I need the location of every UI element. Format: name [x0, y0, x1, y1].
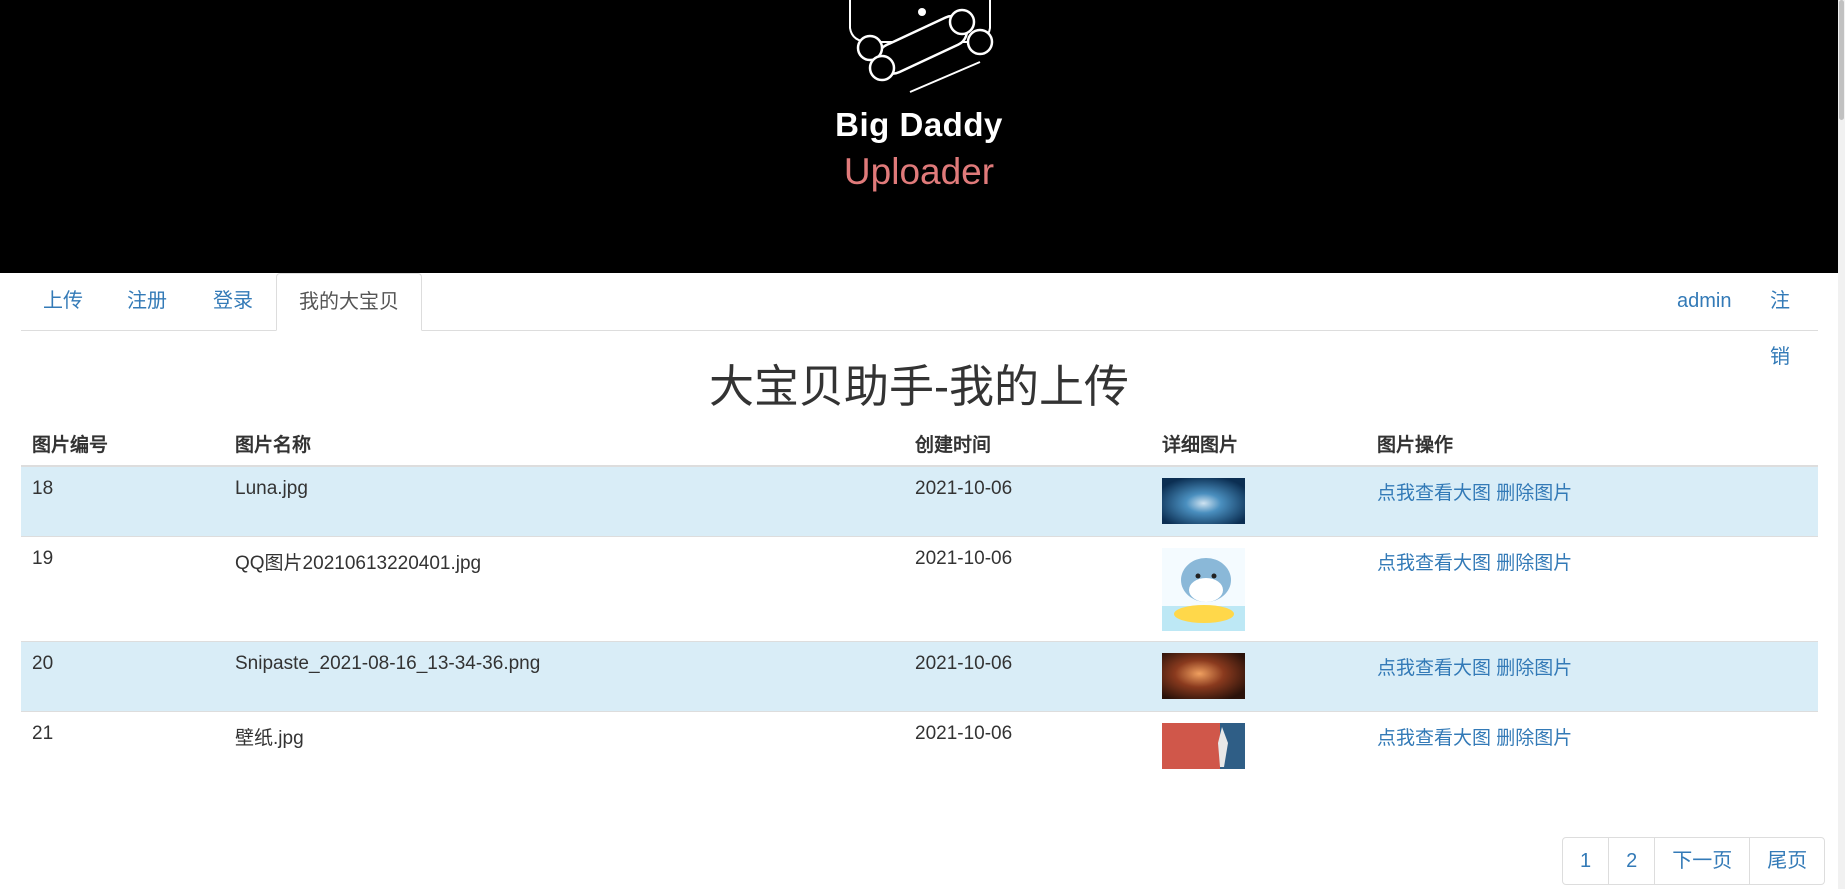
cell-id: 20 [21, 640, 224, 711]
brand-subtitle: Uploader [843, 151, 995, 192]
cell-actions: 点我查看大图 删除图片 [1366, 465, 1818, 536]
cell-created: 2021-10-06 [904, 640, 1151, 711]
cell-actions: 点我查看大图 删除图片 [1366, 535, 1818, 641]
cell-created: 2021-10-06 [904, 535, 1151, 641]
cell-thumbnail [1151, 710, 1366, 781]
header-created-time: 创建时间 [904, 422, 1151, 467]
cell-thumbnail [1151, 465, 1366, 536]
last-page-link[interactable]: 尾页 [1749, 838, 1824, 884]
cell-id: 19 [21, 535, 224, 641]
delete-image-link[interactable]: 删除图片 [1496, 553, 1572, 574]
cell-name: 壁纸.jpg [224, 710, 904, 781]
images-table: 图片编号 图片名称 创建时间 详细图片 图片操作 18 Luna.jpg 202… [21, 422, 1818, 781]
header-detail-image: 详细图片 [1151, 422, 1366, 467]
user-link[interactable]: admin [1655, 273, 1753, 329]
cell-id: 18 [21, 465, 224, 536]
page-scrollbar[interactable] [1838, 0, 1845, 889]
delete-image-link[interactable]: 删除图片 [1496, 728, 1572, 749]
logout-link[interactable]: 注销 [1748, 273, 1818, 368]
cell-name: Snipaste_2021-08-16_13-34-36.png [224, 640, 904, 711]
page-title: 大宝贝助手-我的上传 [709, 361, 1129, 412]
delete-image-link[interactable]: 删除图片 [1496, 483, 1572, 504]
view-large-image-link[interactable]: 点我查看大图 [1377, 658, 1491, 679]
thumbnail-image[interactable] [1162, 652, 1245, 699]
thumbnail-image[interactable] [1162, 478, 1245, 524]
thumbnail-image[interactable] [1162, 722, 1245, 769]
dog-bone-logo-icon [849, 0, 994, 93]
brand-title: Big Daddy [835, 106, 1003, 143]
tab-register[interactable]: 注册 [105, 273, 189, 329]
tab-upload[interactable]: 上传 [21, 273, 105, 329]
header-image-actions: 图片操作 [1366, 422, 1818, 467]
page-link-1[interactable]: 1 [1563, 838, 1608, 884]
table-row: 18 Luna.jpg 2021-10-06 点我查看大图 删除图片 [21, 465, 1818, 536]
view-large-image-link[interactable]: 点我查看大图 [1377, 483, 1491, 504]
table-header-row: 图片编号 图片名称 创建时间 详细图片 图片操作 [21, 422, 1818, 467]
nav-tabs: 上传 注册 登录 我的大宝贝 admin 注销 [21, 273, 1818, 368]
view-large-image-link[interactable]: 点我查看大图 [1377, 553, 1491, 574]
tab-my-uploads[interactable]: 我的大宝贝 [276, 273, 422, 331]
thumbnail-image[interactable] [1162, 547, 1245, 631]
cell-actions: 点我查看大图 删除图片 [1366, 710, 1818, 781]
scrollbar-thumb[interactable] [1839, 0, 1844, 120]
cell-id: 21 [21, 710, 224, 781]
tab-login[interactable]: 登录 [191, 273, 275, 329]
table-row: 20 Snipaste_2021-08-16_13-34-36.png 2021… [21, 640, 1818, 711]
page-link-2[interactable]: 2 [1608, 838, 1654, 884]
delete-image-link[interactable]: 删除图片 [1496, 658, 1572, 679]
next-page-link[interactable]: 下一页 [1654, 838, 1749, 884]
cell-created: 2021-10-06 [904, 710, 1151, 781]
table-row: 21 壁纸.jpg 2021-10-06 点我查看大图 删除图片 [21, 710, 1818, 781]
header-image-name: 图片名称 [224, 422, 904, 467]
cell-name: Luna.jpg [224, 465, 904, 536]
cell-created: 2021-10-06 [904, 465, 1151, 536]
cell-thumbnail [1151, 535, 1366, 641]
hero-banner: Big Daddy Uploader [0, 0, 1838, 273]
header-image-id: 图片编号 [21, 422, 224, 467]
cell-name: QQ图片20210613220401.jpg [224, 535, 904, 641]
table-row: 19 QQ图片20210613220401.jpg 2021-10-06 点我查… [21, 535, 1818, 641]
pagination: 1 2 下一页 尾页 [1562, 837, 1826, 885]
cell-actions: 点我查看大图 删除图片 [1366, 640, 1818, 711]
view-large-image-link[interactable]: 点我查看大图 [1377, 728, 1491, 749]
cell-thumbnail [1151, 640, 1366, 711]
